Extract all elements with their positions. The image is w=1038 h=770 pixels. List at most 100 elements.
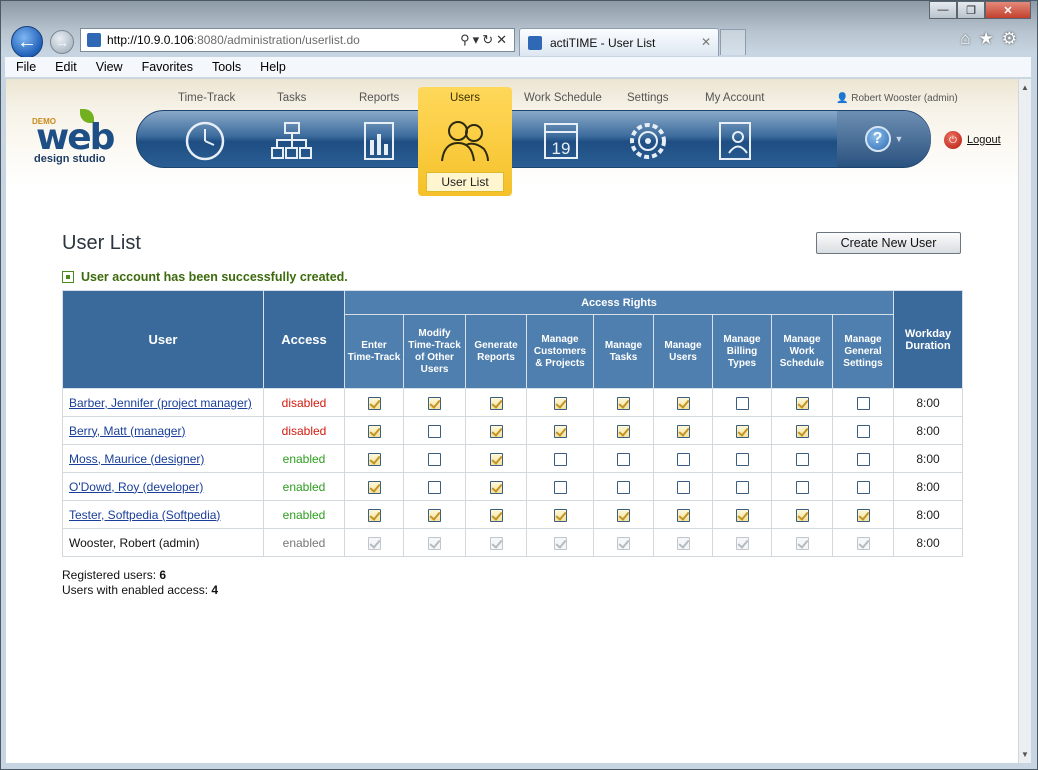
menu-favorites[interactable]: Favorites	[131, 60, 201, 74]
checked-checkbox[interactable]	[489, 396, 503, 410]
unchecked-checkbox[interactable]	[735, 452, 749, 466]
checked-checkbox[interactable]	[367, 480, 381, 494]
create-new-user-button[interactable]: Create New User	[816, 232, 961, 254]
column-header-user[interactable]: User	[62, 290, 264, 389]
maximize-button[interactable]: ❐	[957, 1, 985, 19]
checked-checkbox[interactable]	[367, 424, 381, 438]
checked-checkbox[interactable]	[676, 508, 690, 522]
checked-checkbox[interactable]	[489, 480, 503, 494]
right-cell	[344, 528, 404, 557]
checked-checkbox[interactable]	[367, 508, 381, 522]
clock-icon[interactable]	[182, 120, 228, 162]
home-icon[interactable]: ⌂	[960, 29, 978, 48]
checked-checkbox[interactable]	[489, 452, 503, 466]
nav-tasks[interactable]: Tasks	[277, 92, 306, 104]
nav-settings[interactable]: Settings	[627, 92, 669, 104]
checked-checkbox[interactable]	[553, 508, 567, 522]
close-window-button[interactable]: ✕	[985, 1, 1031, 19]
logout-link[interactable]: Logout	[967, 134, 1001, 146]
menu-file[interactable]: File	[5, 60, 44, 74]
user-name-link[interactable]: Berry, Matt (manager)	[69, 424, 185, 438]
unchecked-checkbox[interactable]	[617, 480, 630, 494]
checked-checkbox[interactable]	[676, 396, 690, 410]
help-menu[interactable]: ? ▼	[837, 111, 931, 167]
browser-tab[interactable]: actiTIME - User List ✕	[519, 28, 719, 56]
checked-checkbox[interactable]	[367, 396, 381, 410]
unchecked-checkbox[interactable]	[428, 424, 441, 438]
stop-icon[interactable]: ✕	[496, 32, 510, 47]
calendar-icon[interactable]: 19	[539, 120, 585, 162]
user-name-link[interactable]: Barber, Jennifer (project manager)	[69, 396, 252, 410]
checked-checkbox[interactable]	[617, 508, 630, 522]
checked-checkbox[interactable]	[856, 508, 870, 522]
user-name-link[interactable]: Moss, Maurice (designer)	[69, 452, 204, 466]
checked-checkbox[interactable]	[553, 396, 567, 410]
new-tab-button[interactable]	[720, 29, 746, 55]
account-card-icon[interactable]	[712, 120, 758, 162]
reports-chart-icon[interactable]	[357, 120, 403, 162]
address-input[interactable]: http://10.9.0.106:8080/administration/us…	[80, 28, 515, 52]
forward-button[interactable]: →	[50, 30, 74, 54]
right-cell	[344, 472, 404, 501]
nav-users[interactable]: Users	[418, 92, 512, 104]
column-header-access[interactable]: Access	[263, 290, 345, 389]
checked-checkbox[interactable]	[735, 424, 749, 438]
search-icon[interactable]: ⚲	[460, 32, 473, 47]
user-name-link[interactable]: O'Dowd, Roy (developer)	[69, 480, 203, 494]
unchecked-checkbox[interactable]	[856, 424, 870, 438]
nav-reports[interactable]: Reports	[359, 92, 399, 104]
checked-checkbox[interactable]	[617, 396, 630, 410]
checked-checkbox[interactable]	[617, 424, 630, 438]
checked-checkbox[interactable]	[735, 508, 749, 522]
checked-checkbox[interactable]	[553, 424, 567, 438]
logout[interactable]: ⏻ Logout	[944, 131, 1001, 149]
checked-checkbox[interactable]	[489, 508, 503, 522]
power-icon[interactable]: ⏻	[944, 131, 962, 149]
checked-checkbox[interactable]	[428, 508, 441, 522]
nav-users-active-tab[interactable]: Users User List	[418, 87, 512, 196]
checked-checkbox[interactable]	[428, 396, 441, 410]
gear-icon[interactable]: ⚙	[1002, 29, 1025, 48]
unchecked-checkbox[interactable]	[553, 452, 567, 466]
checked-checkbox[interactable]	[676, 424, 690, 438]
menu-edit[interactable]: Edit	[44, 60, 85, 74]
menu-help[interactable]: Help	[249, 60, 294, 74]
menu-view[interactable]: View	[85, 60, 131, 74]
dropdown-icon[interactable]: ▾	[473, 32, 483, 47]
user-name-link[interactable]: Tester, Softpedia (Softpedia)	[69, 508, 220, 522]
favorites-star-icon[interactable]: ★	[979, 29, 1002, 48]
unchecked-checkbox[interactable]	[553, 480, 567, 494]
checked-checkbox[interactable]	[795, 424, 809, 438]
checked-checkbox[interactable]	[795, 508, 809, 522]
scroll-down-icon[interactable]: ▼	[1021, 750, 1029, 759]
unchecked-checkbox[interactable]	[676, 452, 690, 466]
nav-my-account[interactable]: My Account	[705, 92, 764, 104]
help-icon[interactable]: ?	[864, 126, 891, 152]
refresh-icon[interactable]: ↻	[482, 32, 496, 47]
nav-work-schedule[interactable]: Work Schedule	[524, 92, 602, 104]
unchecked-checkbox[interactable]	[856, 396, 870, 410]
unchecked-checkbox[interactable]	[856, 452, 870, 466]
unchecked-checkbox[interactable]	[856, 480, 870, 494]
nav-time-track[interactable]: Time-Track	[178, 92, 235, 104]
unchecked-checkbox[interactable]	[676, 480, 690, 494]
unchecked-checkbox[interactable]	[617, 452, 630, 466]
minimize-button[interactable]: —	[929, 1, 957, 19]
checked-checkbox[interactable]	[489, 424, 503, 438]
tab-close-icon[interactable]: ✕	[701, 35, 711, 49]
menu-tools[interactable]: Tools	[201, 60, 249, 74]
back-button[interactable]: ←	[11, 26, 43, 58]
unchecked-checkbox[interactable]	[795, 452, 809, 466]
unchecked-checkbox[interactable]	[735, 480, 749, 494]
scroll-up-icon[interactable]: ▲	[1021, 83, 1029, 92]
checked-checkbox[interactable]	[795, 396, 809, 410]
settings-gear-icon[interactable]	[625, 120, 671, 162]
tasks-hierarchy-icon[interactable]	[269, 120, 315, 162]
unchecked-checkbox[interactable]	[428, 452, 441, 466]
unchecked-checkbox[interactable]	[735, 396, 749, 410]
subnav-user-list[interactable]: User List	[426, 172, 504, 192]
unchecked-checkbox[interactable]	[795, 480, 809, 494]
vertical-scrollbar[interactable]: ▲ ▼	[1018, 79, 1031, 763]
checked-checkbox[interactable]	[367, 452, 381, 466]
unchecked-checkbox[interactable]	[428, 480, 441, 494]
